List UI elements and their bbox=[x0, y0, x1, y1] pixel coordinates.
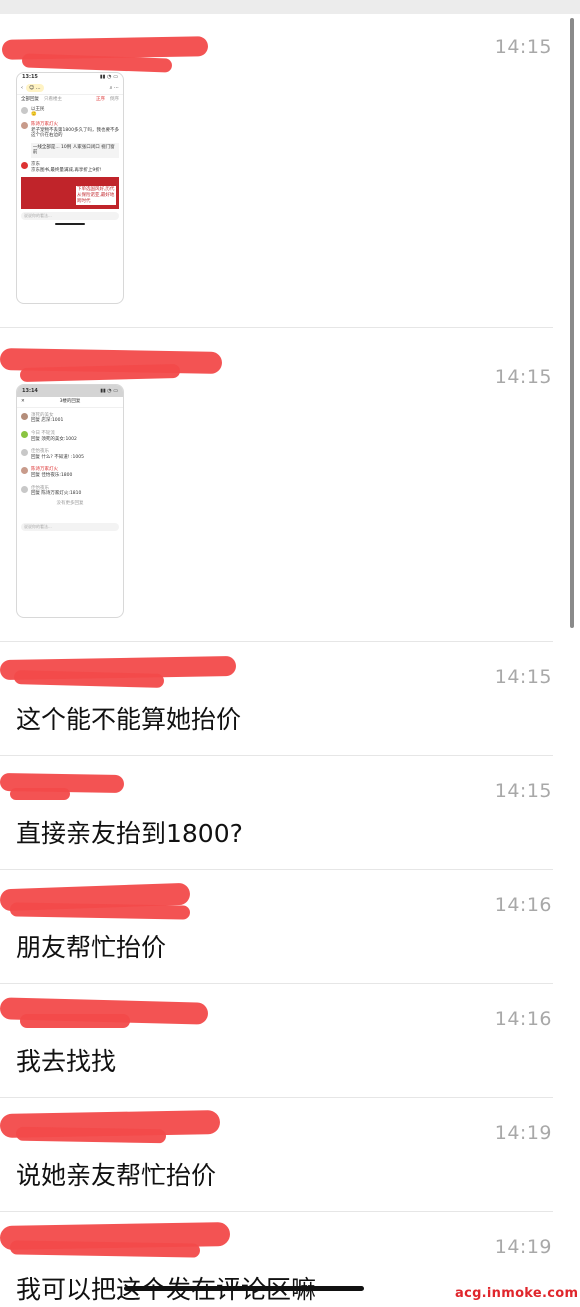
comment: 须死的美女 回复 店深:1001 bbox=[17, 411, 123, 426]
message-text: 直接亲友抬到1800? bbox=[16, 819, 243, 848]
redacted-name bbox=[9, 1240, 201, 1258]
ad-banner: 下单选国风好,历代从保险诺亚,最好地跨时代 bbox=[21, 177, 119, 210]
top-bar bbox=[0, 0, 580, 14]
home-indicator[interactable] bbox=[124, 1286, 364, 1291]
comment: 佳怡夜乐 回复 陈诗万家灯火:1810 bbox=[17, 484, 123, 499]
message-text: 这个能不能算她抬价 bbox=[16, 705, 242, 734]
redacted-name bbox=[10, 788, 70, 800]
reply-header: ✕ 3楼的回复 bbox=[17, 397, 123, 408]
chat-message[interactable]: 14:15 这个能不能算她抬价 bbox=[0, 642, 580, 756]
screenshot-thumbnail[interactable]: 13:14 ▮▮ ◔ ▭ ✕ 3楼的回复 须死的美女 回复 店深:1001 今日 不… bbox=[16, 384, 124, 618]
screenshot-thumbnail[interactable]: 13:15 ▮▮ ◔ ▭ ‹ ☺ ... ⌕ ⋯ 全部回复 只看楼主 正序 倒序 以… bbox=[16, 72, 124, 304]
tab-row: 全部回复 只看楼主 正序 倒序 bbox=[21, 97, 119, 102]
redacted-name bbox=[19, 363, 181, 383]
comment: 今日 不轮流 回复 须死的美女:1002 bbox=[17, 429, 123, 444]
status-bar: 13:14 ▮▮ ◔ ▭ bbox=[17, 385, 123, 397]
chat-message[interactable]: 14:15 13:14 ▮▮ ◔ ▭ ✕ 3楼的回复 须死的美女 回复 店深:100… bbox=[0, 328, 580, 642]
message-time: 14:19 bbox=[494, 1236, 552, 1258]
status-bar: 13:15 ▮▮ ◔ ▭ bbox=[22, 74, 118, 81]
comment-input: 说说你的看法... bbox=[21, 212, 119, 221]
redacted-name bbox=[15, 1126, 167, 1144]
close-icon: ✕ bbox=[21, 399, 25, 404]
comment: 一线全部是... 10例 人家张口闭口 视门窗前 bbox=[17, 141, 123, 160]
message-text: 说她亲友帮忙抬价 bbox=[16, 1161, 217, 1190]
message-text: 朋友帮忙抬价 bbox=[16, 933, 167, 962]
comment: 以王民 🙂 bbox=[17, 105, 123, 120]
chat-message[interactable]: 14:16 朋友帮忙抬价 bbox=[0, 870, 580, 984]
redacted-name bbox=[13, 670, 165, 688]
chat-message[interactable]: 14:16 我去找找 bbox=[0, 984, 580, 1098]
message-time: 14:16 bbox=[494, 1008, 552, 1030]
thread-header: ‹ ☺ ... ⌕ ⋯ bbox=[17, 82, 123, 95]
chat-message[interactable]: 14:15 13:15 ▮▮ ◔ ▭ ‹ ☺ ... ⌕ ⋯ 全部回复 只看楼主 正… bbox=[0, 14, 580, 328]
watermark: acg.inmoke.com bbox=[455, 1286, 579, 1301]
message-time: 14:15 bbox=[494, 366, 552, 388]
message-time: 14:15 bbox=[494, 780, 552, 802]
message-time: 14:19 bbox=[494, 1122, 552, 1144]
comment-input: 说说你的看法... bbox=[21, 522, 119, 531]
comment: 陈诗万家灯火 回复 佳怡夜乐:1800 bbox=[17, 465, 123, 480]
message-text: 我去找找 bbox=[16, 1047, 117, 1076]
topic-pill: ☺ ... bbox=[26, 83, 44, 93]
chat-list[interactable]: 14:15 13:15 ▮▮ ◔ ▭ ‹ ☺ ... ⌕ ⋯ 全部回复 只看楼主 正… bbox=[0, 14, 580, 1307]
redacted-name bbox=[9, 902, 191, 920]
comment: 佳怡夜乐 回复 什么? 不知道! :1005 bbox=[17, 447, 123, 462]
chat-message[interactable]: 14:19 说她亲友帮忙抬价 bbox=[0, 1098, 580, 1212]
message-time: 14:15 bbox=[494, 36, 552, 58]
comment: 京东 京东图书,最终量满减,再享折上9折! bbox=[17, 160, 123, 175]
message-time: 14:16 bbox=[494, 894, 552, 916]
chat-message[interactable]: 14:15 直接亲友抬到1800? bbox=[0, 756, 580, 870]
message-time: 14:15 bbox=[494, 666, 552, 688]
redacted-name bbox=[20, 1014, 130, 1028]
home-indicator bbox=[55, 223, 85, 226]
comment: 陈诗万家灯火 老子宠物不丢第1800多久了吗，我也要不多这个价在右边的 bbox=[17, 120, 123, 141]
no-more-replies: 没有更多回复 bbox=[56, 500, 84, 506]
scrollbar[interactable] bbox=[570, 18, 574, 628]
